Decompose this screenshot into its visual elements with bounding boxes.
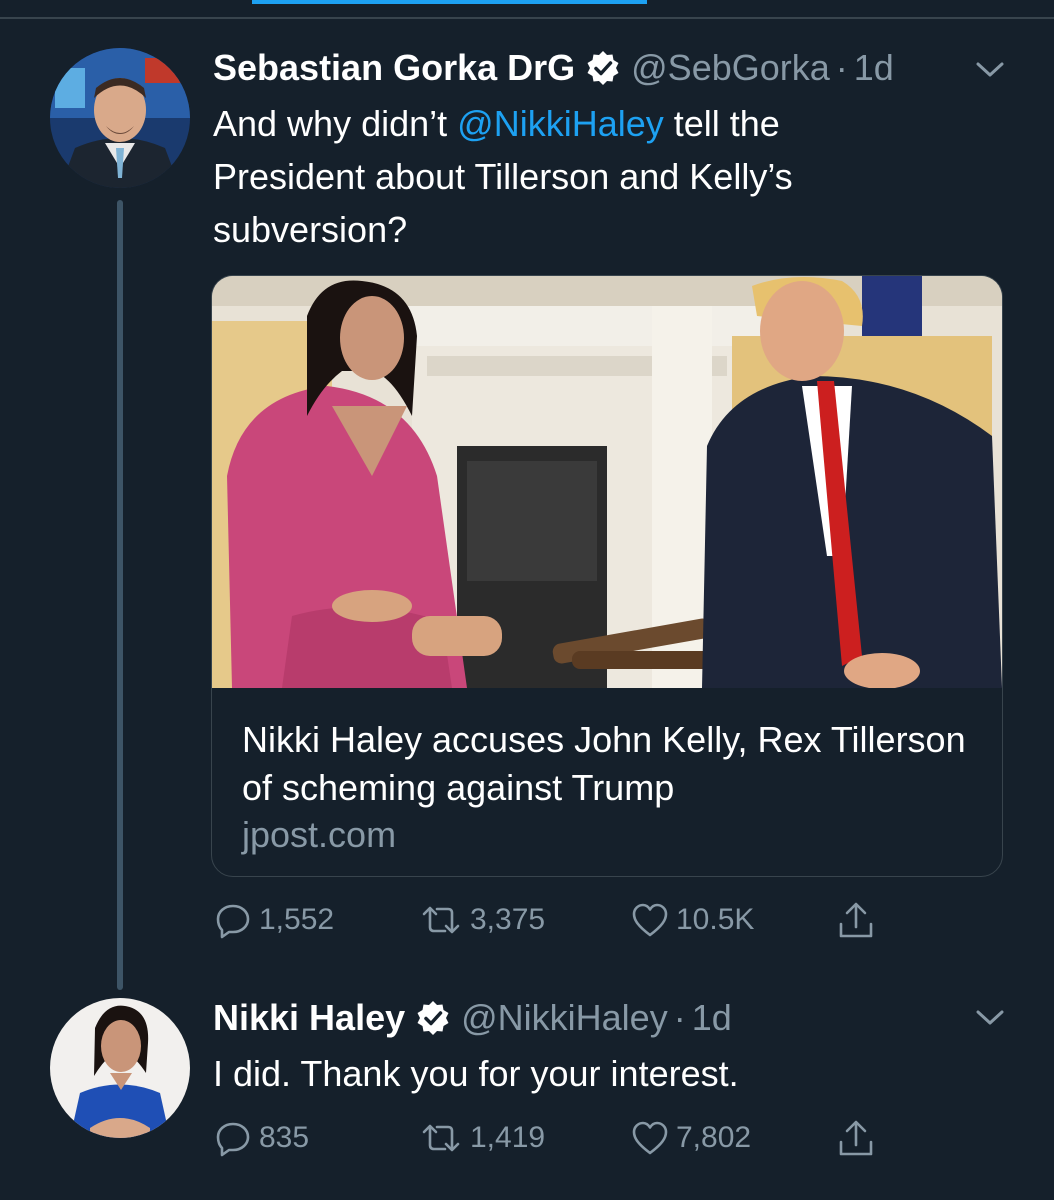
tweet-text: I did. Thank you for your interest. (213, 1053, 739, 1094)
card-domain: jpost.com (242, 814, 397, 855)
top-divider (0, 17, 1054, 19)
timestamp[interactable]: 1d (854, 48, 894, 88)
tweet-text-line-2: President about Tillerson and Kelly’s (213, 156, 793, 197)
retweet-count: 1,419 (470, 1121, 546, 1154)
handle[interactable]: @NikkiHaley (461, 998, 668, 1038)
link-card[interactable]: Nikki Haley accuses John Kelly, Rex Till… (211, 275, 1003, 877)
thread-connector-line (117, 200, 123, 990)
tweet-text-line-1: And why didn’t @NikkiHaley tell the (213, 97, 793, 150)
chevron-down-icon[interactable] (975, 1008, 1005, 1028)
verified-badge-icon (415, 1000, 451, 1036)
mention-link[interactable]: @NikkiHaley (457, 103, 664, 144)
timestamp[interactable]: 1d (692, 998, 732, 1038)
tweet-actions: 1,552 3,375 10.5K (213, 900, 913, 950)
tweet-text: And why didn’t @NikkiHaley tell the Pres… (213, 97, 793, 256)
tweet-text-line-3: subversion? (213, 209, 408, 250)
retweet-icon (418, 900, 470, 940)
reply-icon (213, 1118, 259, 1158)
heart-icon (630, 1118, 676, 1158)
like-count: 10.5K (676, 903, 755, 936)
chevron-down-icon[interactable] (975, 60, 1005, 80)
share-icon (836, 1118, 882, 1158)
timeline: Sebastian Gorka DrG @SebGorka · 1d And w… (0, 0, 1054, 1200)
separator-dot: · (673, 997, 686, 1038)
share-action[interactable] (836, 900, 882, 940)
retweet-icon (418, 1118, 470, 1158)
avatar[interactable] (50, 998, 190, 1138)
verified-badge-icon (585, 50, 621, 86)
handle[interactable]: @SebGorka (631, 48, 830, 88)
display-name[interactable]: Sebastian Gorka DrG (213, 48, 575, 88)
separator-dot: · (835, 47, 848, 88)
share-action[interactable] (836, 1118, 882, 1158)
text-segment: And why didn’t (213, 103, 458, 144)
like-count: 7,802 (676, 1121, 752, 1154)
like-action[interactable]: 10.5K (630, 900, 754, 940)
active-tab-indicator (252, 0, 647, 4)
retweet-action[interactable]: 1,419 (418, 1118, 545, 1158)
reply-action[interactable]: 1,552 (213, 900, 334, 940)
card-title[interactable]: Nikki Haley accuses John Kelly, Rex Till… (242, 716, 982, 812)
card-image[interactable] (212, 276, 1002, 689)
retweet-action[interactable]: 3,375 (418, 900, 545, 940)
reply-count: 835 (259, 1121, 310, 1154)
tweet-header: Sebastian Gorka DrG @SebGorka · 1d (213, 48, 894, 88)
share-icon (836, 900, 882, 940)
retweet-count: 3,375 (470, 903, 546, 936)
reply-action[interactable]: 835 (213, 1118, 309, 1158)
text-segment: tell the (663, 103, 780, 144)
tweet-actions: 835 1,419 7,802 (213, 1118, 913, 1168)
reply-count: 1,552 (259, 903, 335, 936)
avatar[interactable] (50, 48, 190, 188)
tweet-header: Nikki Haley @NikkiHaley · 1d (213, 998, 732, 1038)
like-action[interactable]: 7,802 (630, 1118, 751, 1158)
reply-icon (213, 900, 259, 940)
display-name[interactable]: Nikki Haley (213, 998, 405, 1038)
heart-icon (630, 900, 676, 940)
